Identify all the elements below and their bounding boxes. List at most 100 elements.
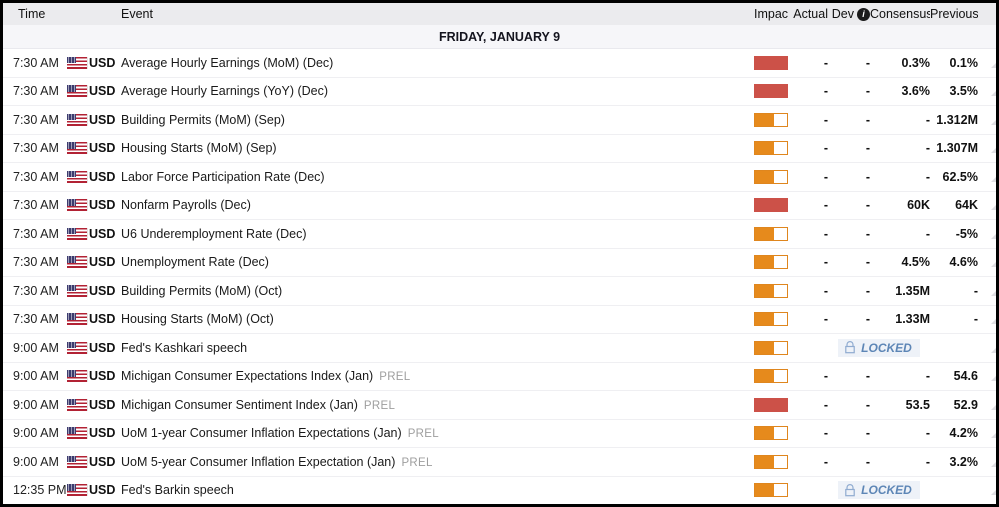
event-time: 9:00 AM: [3, 398, 67, 412]
us-flag-icon: [67, 285, 89, 297]
locked-label: LOCKED: [861, 341, 912, 355]
actual-value: -: [788, 170, 828, 184]
consensus-value: -: [870, 170, 930, 184]
row-edge-clipped-icon: [978, 257, 996, 267]
event-row[interactable]: 7:30 AM USD Nonfarm Payrolls (Dec) - - L…: [3, 192, 996, 221]
impact-indicator: [740, 227, 788, 241]
deviation-value: -: [828, 141, 870, 155]
previous-value: 0.1%: [930, 56, 978, 70]
row-edge-clipped-icon: [978, 172, 996, 182]
actual-value: -: [788, 141, 828, 155]
event-time: 7:30 AM: [3, 198, 67, 212]
currency-code: USD: [89, 84, 121, 98]
row-edge-clipped-icon: [978, 314, 996, 324]
event-row[interactable]: 7:30 AM USD Building Permits (MoM) (Sep)…: [3, 106, 996, 135]
event-name: U6 Underemployment Rate (Dec): [121, 227, 307, 241]
event-row[interactable]: 7:30 AM USD U6 Underemployment Rate (Dec…: [3, 220, 996, 249]
column-header-consensus: Consensus: [870, 7, 930, 21]
actual-value: -: [788, 113, 828, 127]
clipped-icon-shape: [991, 343, 996, 353]
event-time: 7:30 AM: [3, 170, 67, 184]
event-time: 7:30 AM: [3, 255, 67, 269]
event-time: 9:00 AM: [3, 426, 67, 440]
us-flag-icon: [67, 256, 89, 268]
event-row[interactable]: 7:30 AM USD Labor Force Participation Ra…: [3, 163, 996, 192]
clipped-icon-shape: [991, 371, 996, 381]
actual-value: -: [788, 198, 828, 212]
deviation-value: -: [828, 369, 870, 383]
event-cell: UoM 5-year Consumer Inflation Expectatio…: [121, 455, 740, 469]
row-edge-clipped-icon: [978, 485, 996, 495]
event-name: Michigan Consumer Sentiment Index (Jan): [121, 398, 358, 412]
deviation-value: -: [828, 198, 870, 212]
event-cell: Michigan Consumer Expectations Index (Ja…: [121, 369, 740, 383]
event-row[interactable]: 12:35 PM USD Fed's Barkin speech LOCKED: [3, 477, 996, 505]
row-edge-clipped-icon: [978, 371, 996, 381]
previous-value: 4.2%: [930, 426, 978, 440]
row-edge-clipped-icon: [978, 428, 996, 438]
previous-value: 54.6: [930, 369, 978, 383]
column-header-dev: Dev i: [828, 7, 870, 21]
deviation-value: -: [828, 56, 870, 70]
deviation-value: -: [828, 113, 870, 127]
previous-value: 62.5%: [930, 170, 978, 184]
prel-tag: PREL: [364, 400, 395, 412]
us-flag-icon: [67, 142, 89, 154]
event-name: Building Permits (MoM) (Oct): [121, 284, 282, 298]
event-name: Housing Starts (MoM) (Oct): [121, 312, 274, 326]
event-time: 7:30 AM: [3, 141, 67, 155]
us-flag-icon: [67, 199, 89, 211]
impact-indicator: [740, 198, 788, 212]
consensus-value: -: [870, 113, 930, 127]
locked-cell: LOCKED: [828, 481, 930, 499]
actual-value: -: [788, 56, 828, 70]
event-time: 9:00 AM: [3, 455, 67, 469]
event-name: Average Hourly Earnings (MoM) (Dec): [121, 56, 333, 70]
column-header-actual: Actual: [788, 7, 828, 21]
impact-indicator: [740, 426, 788, 440]
row-edge-clipped-icon: [978, 143, 996, 153]
actual-value: -: [788, 369, 828, 383]
actual-value: -: [788, 426, 828, 440]
impact-indicator: [740, 369, 788, 383]
event-row[interactable]: 9:00 AM USD Michigan Consumer Sentiment …: [3, 391, 996, 420]
consensus-value: 0.3%: [870, 56, 930, 70]
us-flag-icon: [67, 57, 89, 69]
row-edge-clipped-icon: [978, 343, 996, 353]
clipped-icon-shape: [991, 58, 996, 68]
locked-badge: LOCKED: [838, 481, 920, 499]
event-name: Michigan Consumer Expectations Index (Ja…: [121, 369, 373, 383]
event-cell: U6 Underemployment Rate (Dec): [121, 227, 740, 241]
event-cell: Average Hourly Earnings (MoM) (Dec): [121, 56, 740, 70]
consensus-value: 1.33M: [870, 312, 930, 326]
event-cell: Fed's Kashkari speech: [121, 341, 740, 355]
clipped-icon-shape: [991, 457, 996, 467]
actual-value: -: [788, 312, 828, 326]
actual-value: -: [788, 255, 828, 269]
event-row[interactable]: 9:00 AM USD Michigan Consumer Expectatio…: [3, 363, 996, 392]
impact-indicator: [740, 141, 788, 155]
impact-indicator: [740, 170, 788, 184]
dev-info-icon[interactable]: i: [857, 8, 870, 21]
event-cell: Housing Starts (MoM) (Oct): [121, 312, 740, 326]
event-cell: Building Permits (MoM) (Sep): [121, 113, 740, 127]
deviation-value: -: [828, 84, 870, 98]
event-row[interactable]: 7:30 AM USD Unemployment Rate (Dec) - - …: [3, 249, 996, 278]
deviation-value: -: [828, 170, 870, 184]
event-row[interactable]: 7:30 AM USD Housing Starts (MoM) (Oct) -…: [3, 306, 996, 335]
event-row[interactable]: 7:30 AM USD Average Hourly Earnings (MoM…: [3, 49, 996, 78]
deviation-value: -: [828, 255, 870, 269]
event-time: 7:30 AM: [3, 113, 67, 127]
currency-code: USD: [89, 198, 121, 212]
previous-value: -: [930, 284, 978, 298]
event-row[interactable]: 7:30 AM USD Average Hourly Earnings (YoY…: [3, 78, 996, 107]
event-row[interactable]: 9:00 AM USD UoM 1-year Consumer Inflatio…: [3, 420, 996, 449]
impact-indicator: [740, 312, 788, 326]
event-row[interactable]: 9:00 AM USD UoM 5-year Consumer Inflatio…: [3, 448, 996, 477]
event-row[interactable]: 9:00 AM USD Fed's Kashkari speech LOCKED: [3, 334, 996, 363]
deviation-value: -: [828, 398, 870, 412]
event-row[interactable]: 7:30 AM USD Housing Starts (MoM) (Sep) -…: [3, 135, 996, 164]
event-row[interactable]: 7:30 AM USD Building Permits (MoM) (Oct)…: [3, 277, 996, 306]
currency-code: USD: [89, 113, 121, 127]
deviation-value: -: [828, 312, 870, 326]
